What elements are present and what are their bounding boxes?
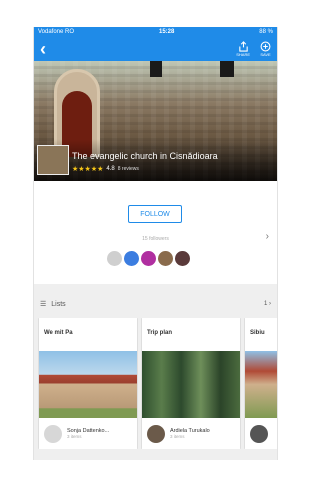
avatar (250, 424, 268, 443)
list-card-image (245, 351, 277, 418)
clock: 15:28 (158, 29, 175, 35)
list-card[interactable]: Sibiu (245, 318, 277, 449)
app-screen: Vodafone RO 15:28 88 % ‹ SHARE SAVE The … (33, 27, 278, 460)
list-card-image (142, 351, 240, 418)
share-label: SHARE (236, 52, 250, 57)
followers-count[interactable]: 15 followers (34, 236, 277, 242)
place-title: The evangelic church in Cisnădioara (72, 151, 218, 161)
lists-carousel[interactable]: We mit Pa Sonja Dattenko... 3 items Trip… (34, 318, 277, 449)
save-button[interactable]: SAVE (260, 41, 271, 57)
rating-value: 4.8 (106, 166, 115, 172)
list-card-title: Trip plan (147, 330, 173, 336)
avatar (147, 424, 165, 443)
chevron-right-icon[interactable]: › (266, 231, 269, 242)
lists-count: 1 (263, 301, 268, 307)
follow-section: FOLLOW 15 followers › (34, 181, 277, 284)
follower-avatars[interactable] (107, 251, 190, 266)
chevron-right-icon: › (269, 301, 271, 307)
lists-heading: Lists (51, 300, 66, 308)
avatar[interactable] (141, 251, 156, 266)
share-icon (238, 41, 248, 52)
church-window (150, 61, 162, 77)
list-card-items: 3 items (67, 434, 82, 439)
list-card-title: Sibiu (250, 330, 265, 336)
status-bar: Vodafone RO 15:28 88 % (34, 27, 277, 37)
lists-header[interactable]: ☰ Lists 1 › (34, 290, 277, 318)
avatar[interactable] (175, 251, 190, 266)
save-icon (260, 41, 271, 52)
place-thumbnail[interactable] (37, 145, 69, 175)
list-card-footer (245, 418, 277, 449)
list-card-image (39, 351, 137, 418)
list-card[interactable]: We mit Pa Sonja Dattenko... 3 items (39, 318, 137, 449)
rating-row: ★★★★★ 4.8 8 reviews (72, 165, 139, 173)
review-count[interactable]: 8 reviews (118, 166, 139, 172)
list-card-items: 3 items (170, 434, 185, 439)
follow-button[interactable]: FOLLOW (128, 205, 182, 223)
save-label: SAVE (260, 52, 271, 57)
navigation-bar: ‹ SHARE SAVE (34, 37, 277, 61)
church-window (220, 61, 234, 77)
avatar[interactable] (107, 251, 122, 266)
avatar[interactable] (158, 251, 173, 266)
avatar (44, 424, 62, 443)
star-rating-icon: ★★★★★ (72, 166, 104, 173)
list-card[interactable]: Trip plan Ardiela Turukalo 3 items (142, 318, 240, 449)
list-card-title: We mit Pa (44, 330, 73, 336)
list-icon: ☰ (40, 301, 47, 308)
list-card-footer: Ardiela Turukalo 3 items (142, 418, 240, 449)
chevron-left-icon[interactable]: ‹ (40, 40, 46, 58)
avatar[interactable] (124, 251, 139, 266)
carrier-label: Vodafone RO (38, 29, 75, 35)
battery-label: 88 % (259, 29, 273, 35)
share-button[interactable]: SHARE (236, 41, 250, 57)
hero-image: The evangelic church in Cisnădioara ★★★★… (34, 61, 277, 181)
list-card-footer: Sonja Dattenko... 3 items (39, 418, 137, 449)
